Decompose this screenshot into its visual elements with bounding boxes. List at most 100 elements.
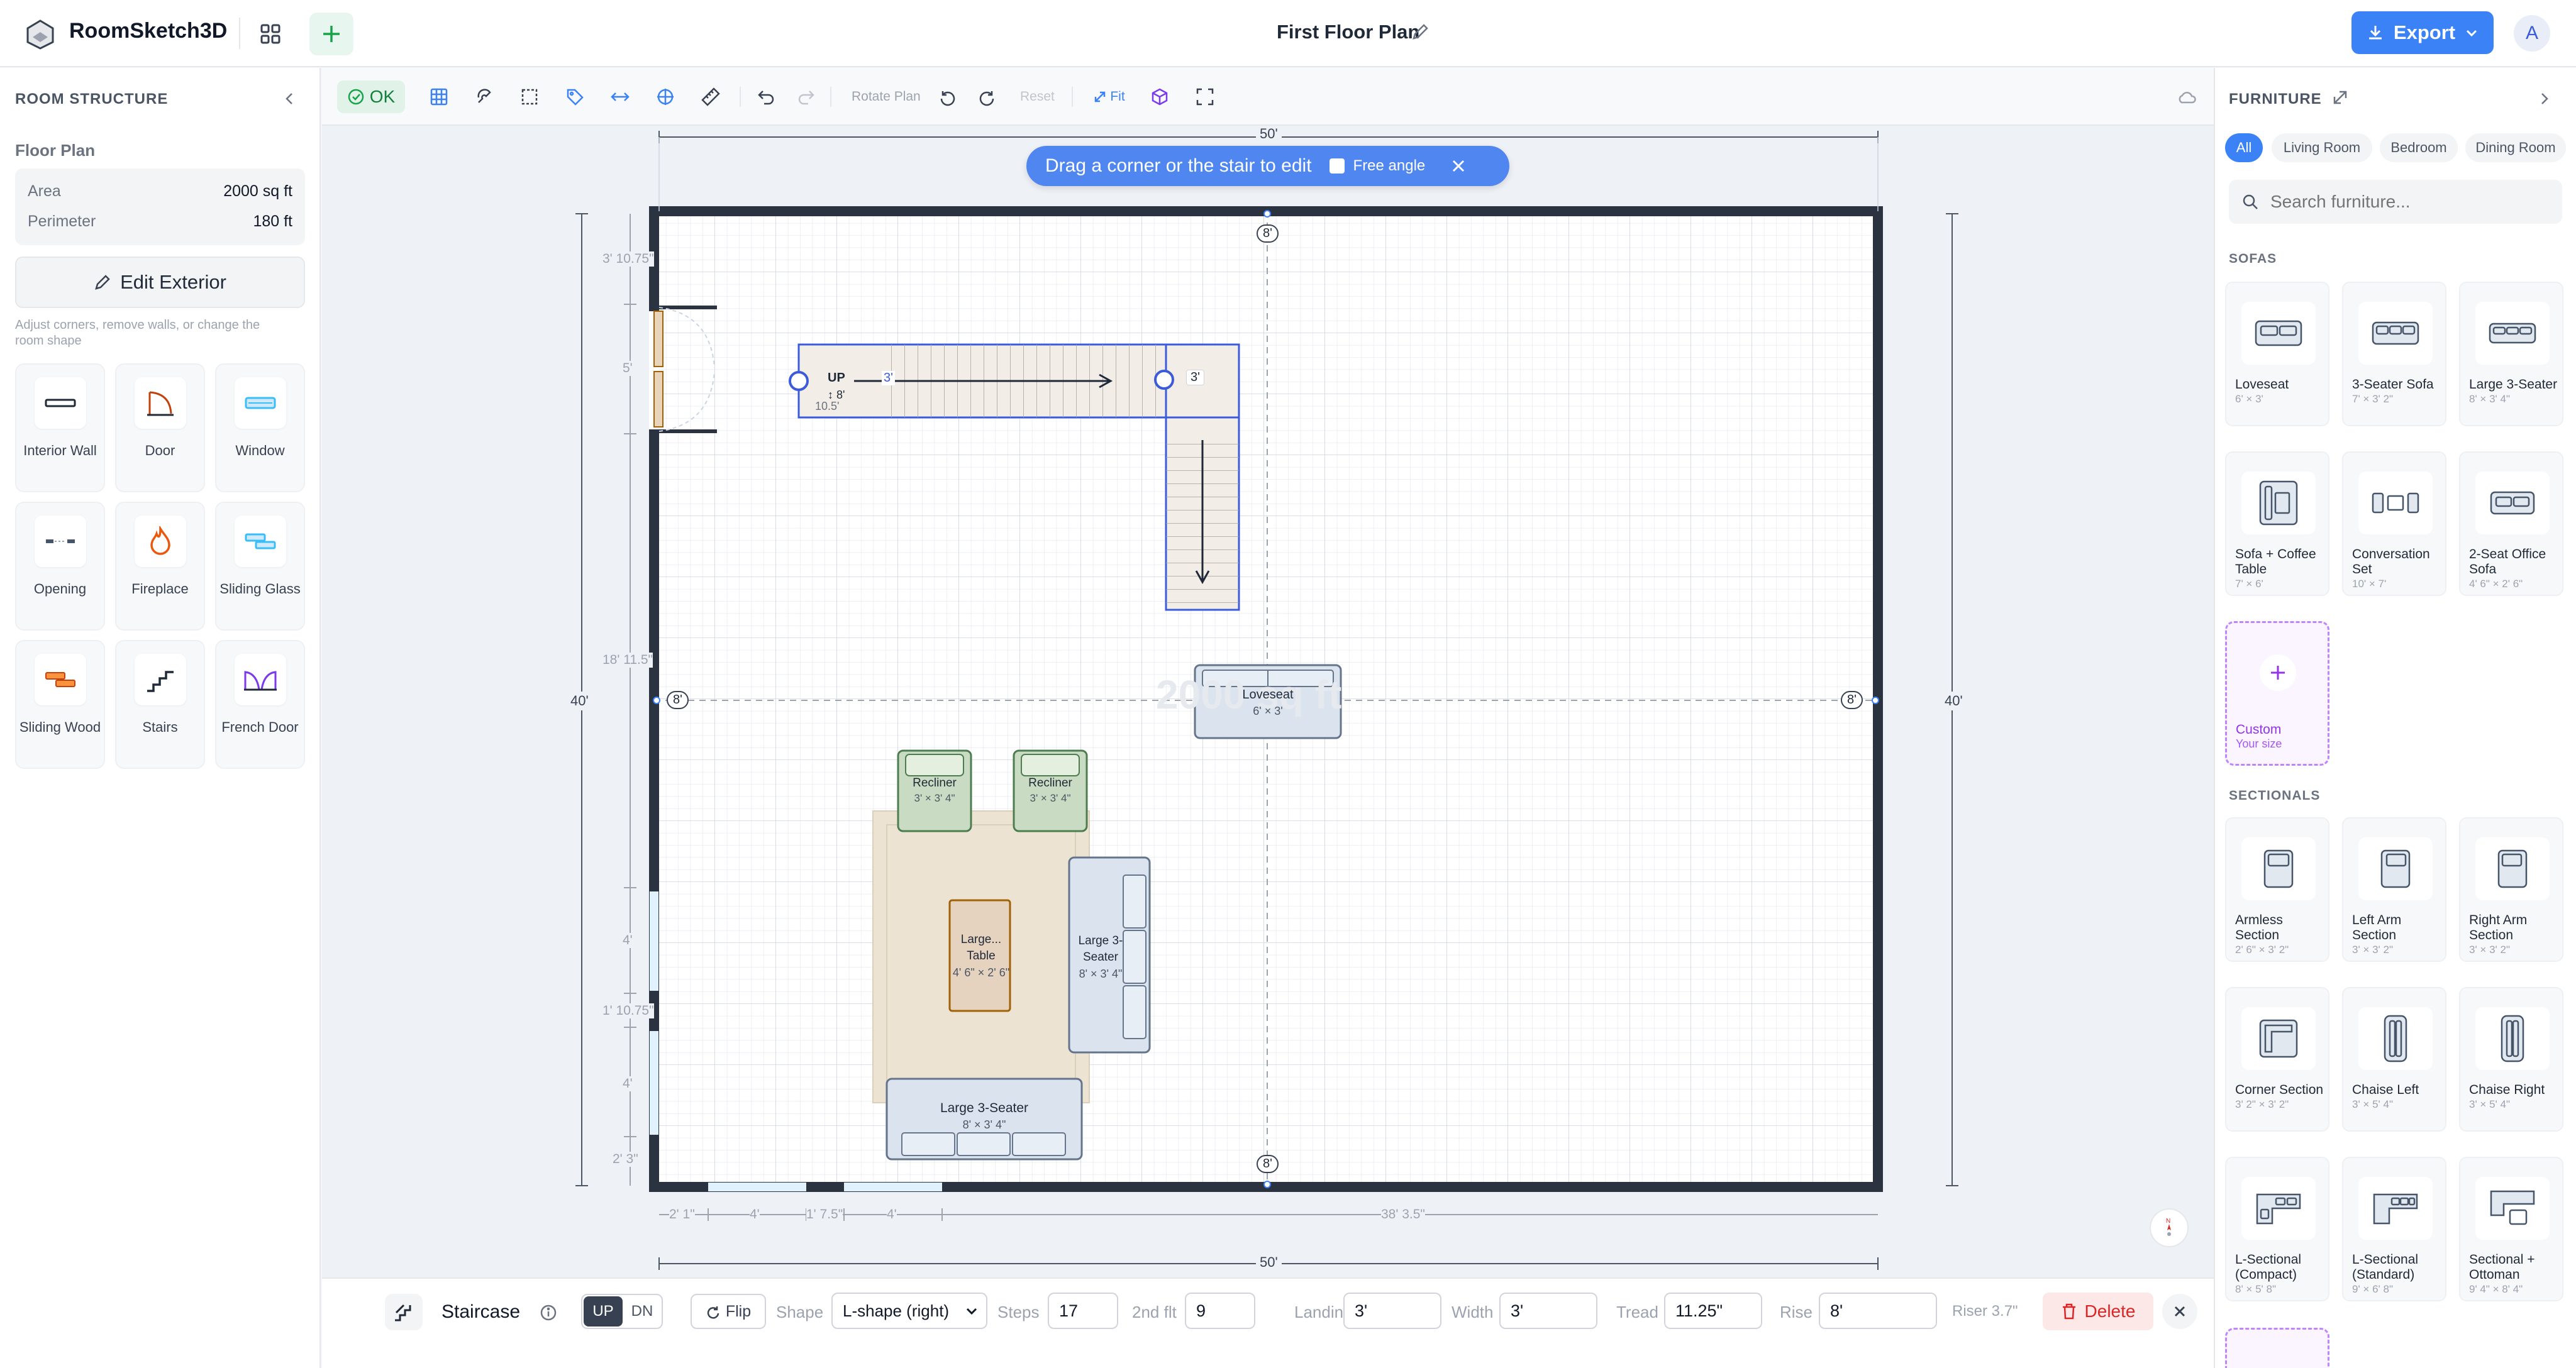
wall-handle-left[interactable]: 8' xyxy=(667,691,689,709)
furniture-card[interactable]: Corner Section 3' 2" × 3' 2" xyxy=(2225,987,2329,1132)
tool-opening[interactable]: Opening xyxy=(15,502,105,631)
furniture-card[interactable]: Left Arm Section 3' × 3' 2" xyxy=(2342,817,2446,962)
furniture-card[interactable]: Sectional + Ottoman 9' 4" × 8' 4" xyxy=(2459,1157,2563,1301)
staircase-object[interactable] xyxy=(1113,345,1480,609)
fullscreen-icon[interactable] xyxy=(1189,80,1221,113)
close-properties-icon[interactable] xyxy=(2162,1294,2197,1329)
shape-select[interactable]: L-shape (right) xyxy=(831,1293,987,1329)
rise-label: Rise xyxy=(1780,1303,1813,1321)
dimensions-arrows-icon[interactable] xyxy=(604,80,636,113)
edit-hint-toast: Drag a corner or the stair to edit Free … xyxy=(1026,146,1509,186)
tool-door[interactable]: Door xyxy=(115,363,205,492)
close-toast-icon[interactable] xyxy=(1450,158,1467,174)
rotate-right-icon[interactable] xyxy=(974,80,1001,113)
export-button[interactable]: Export xyxy=(2351,11,2494,54)
tool-sliding-wood[interactable]: Sliding Wood xyxy=(15,640,105,769)
check-circle-icon xyxy=(348,89,364,105)
direction-up-button[interactable]: UP xyxy=(584,1296,623,1327)
furniture-card[interactable]: Right Arm Section 3' × 3' 2" xyxy=(2459,817,2563,962)
rotate-plan-label: Rotate Plan xyxy=(852,89,921,104)
undo-icon[interactable] xyxy=(750,80,782,113)
free-angle-checkbox[interactable] xyxy=(1329,158,1345,174)
chip-bedroom[interactable]: Bedroom xyxy=(2380,133,2458,162)
collapse-right-panel-chevron-icon[interactable] xyxy=(2536,91,2552,110)
landing-input[interactable]: 3' xyxy=(1343,1293,1441,1329)
wall-handle-top[interactable]: 8' xyxy=(1257,224,1279,243)
steps-input[interactable]: 17 xyxy=(1048,1293,1118,1329)
edit-title-pencil-icon[interactable] xyxy=(1411,23,1430,45)
collapse-left-panel-chevron-icon[interactable] xyxy=(282,91,298,110)
labels-tag-icon[interactable] xyxy=(558,80,591,113)
loveseat-item[interactable]: Loveseat 6' × 3' xyxy=(1195,665,1341,738)
select-area-icon[interactable] xyxy=(513,80,546,113)
furniture-card[interactable]: Armless Section 2' 6" × 3' 2" xyxy=(2225,817,2329,962)
compass-icon[interactable]: N xyxy=(2150,1208,2189,1247)
expand-panel-icon[interactable] xyxy=(2332,89,2348,109)
steps-label: Steps xyxy=(997,1303,1040,1321)
cloud-sync-icon[interactable] xyxy=(2171,80,2202,113)
tool-window[interactable]: Window xyxy=(215,363,305,492)
custom-furniture-card[interactable]: Custom Your size xyxy=(2225,621,2329,766)
furniture-card[interactable]: L-Sectional (Standard) 9' × 6' 8" xyxy=(2342,1157,2446,1301)
dashboard-grid-icon[interactable] xyxy=(254,18,287,50)
furniture-card[interactable]: Conversation Set 10' × 7' xyxy=(2342,451,2446,596)
rotate-left-icon[interactable] xyxy=(933,80,961,113)
plan-title[interactable]: First Floor Plan xyxy=(1277,21,1419,43)
magnet-snap-icon[interactable] xyxy=(468,80,501,113)
custom-label: Custom xyxy=(2236,722,2282,737)
stair-up-label: UP xyxy=(828,371,845,385)
rise-input[interactable]: 8' xyxy=(1819,1293,1937,1329)
tread-input[interactable]: 11.25" xyxy=(1664,1293,1762,1329)
width-input[interactable]: 3' xyxy=(1499,1293,1597,1329)
tool-stairs[interactable]: Stairs xyxy=(115,640,205,769)
redo-icon[interactable] xyxy=(790,80,823,113)
floor-plan-canvas[interactable]: 50' 50' 40' 40' 8' 8' 8' 8' 3' 10.75" 5'… xyxy=(322,126,2214,1277)
furniture-card[interactable]: Loveseat 6' × 3' xyxy=(2225,282,2329,426)
chip-living-room[interactable]: Living Room xyxy=(2272,133,2372,162)
furniture-name: Loveseat xyxy=(2235,377,2289,392)
search-input[interactable] xyxy=(2270,192,2541,212)
user-avatar[interactable]: A xyxy=(2514,15,2550,52)
furniture-card[interactable]: Sofa + Coffee Table 7' × 6' xyxy=(2225,451,2329,596)
custom-sectional-card[interactable] xyxy=(2225,1328,2329,1368)
direction-down-button[interactable]: DN xyxy=(624,1296,660,1327)
tool-french-door[interactable]: French Door xyxy=(215,640,305,769)
add-plan-button[interactable] xyxy=(309,13,353,55)
furniture-name: Chaise Right xyxy=(2469,1083,2545,1097)
fit-button[interactable]: Fit xyxy=(1084,80,1135,113)
chip-all[interactable]: All xyxy=(2225,133,2263,162)
furniture-card[interactable]: L-Sectional (Compact) 8' × 5' 8" xyxy=(2225,1157,2329,1301)
furniture-card[interactable]: Large 3-Seater 8' × 3' 4" xyxy=(2459,282,2563,426)
furniture-card[interactable]: Chaise Left 3' × 5' 4" xyxy=(2342,987,2446,1132)
second-flight-input[interactable]: 9 xyxy=(1185,1293,1255,1329)
measure-ruler-icon[interactable] xyxy=(694,80,727,113)
sofa-bottom-item[interactable]: Large 3-Seater 8' × 3' 4" xyxy=(887,1079,1082,1133)
furniture-card[interactable]: 3-Seater Sofa 7' × 3' 2" xyxy=(2342,282,2446,426)
snap-target-icon[interactable] xyxy=(649,80,682,113)
recliner-item[interactable]: Recliner 3' × 3' 4" xyxy=(1014,751,1087,831)
edit-exterior-button[interactable]: Edit Exterior xyxy=(15,256,305,308)
reset-button[interactable]: Reset xyxy=(1020,89,1055,104)
tool-interior-wall[interactable]: Interior Wall xyxy=(15,363,105,492)
sofa-right-item[interactable]: Large 3-Seater 8' × 3' 4" xyxy=(1069,858,1132,1052)
conversation-set-icon xyxy=(2358,472,2433,534)
sliding-wood-icon xyxy=(34,654,86,705)
wall-handle-right[interactable]: 8' xyxy=(1841,691,1863,709)
furniture-search[interactable] xyxy=(2229,180,2562,224)
coffee-table-item[interactable]: Large... Table 4' 6" × 2' 6" xyxy=(937,900,1025,1011)
furniture-name: Left Arm Section xyxy=(2352,913,2402,942)
flip-button[interactable]: Flip xyxy=(691,1294,766,1329)
tool-sliding-glass[interactable]: Sliding Glass xyxy=(215,502,305,631)
tool-fireplace[interactable]: Fireplace xyxy=(115,502,205,631)
furniture-card[interactable]: Chaise Right 3' × 5' 4" xyxy=(2459,987,2563,1132)
recliner-item[interactable]: Recliner 3' × 3' 4" xyxy=(898,751,971,831)
grid-toggle-icon[interactable] xyxy=(423,80,455,113)
wall-handle-bottom[interactable]: 8' xyxy=(1257,1155,1279,1173)
3d-view-cube-icon[interactable] xyxy=(1143,80,1176,113)
furniture-card[interactable]: 2-Seat Office Sofa 4' 6" × 2' 6" xyxy=(2459,451,2563,596)
app-title: RoomSketch3D xyxy=(69,19,228,43)
info-icon[interactable] xyxy=(540,1304,557,1325)
ok-button[interactable]: OK xyxy=(337,80,405,113)
chip-dining-room[interactable]: Dining Room xyxy=(2465,133,2566,162)
delete-button[interactable]: Delete xyxy=(2043,1293,2153,1330)
